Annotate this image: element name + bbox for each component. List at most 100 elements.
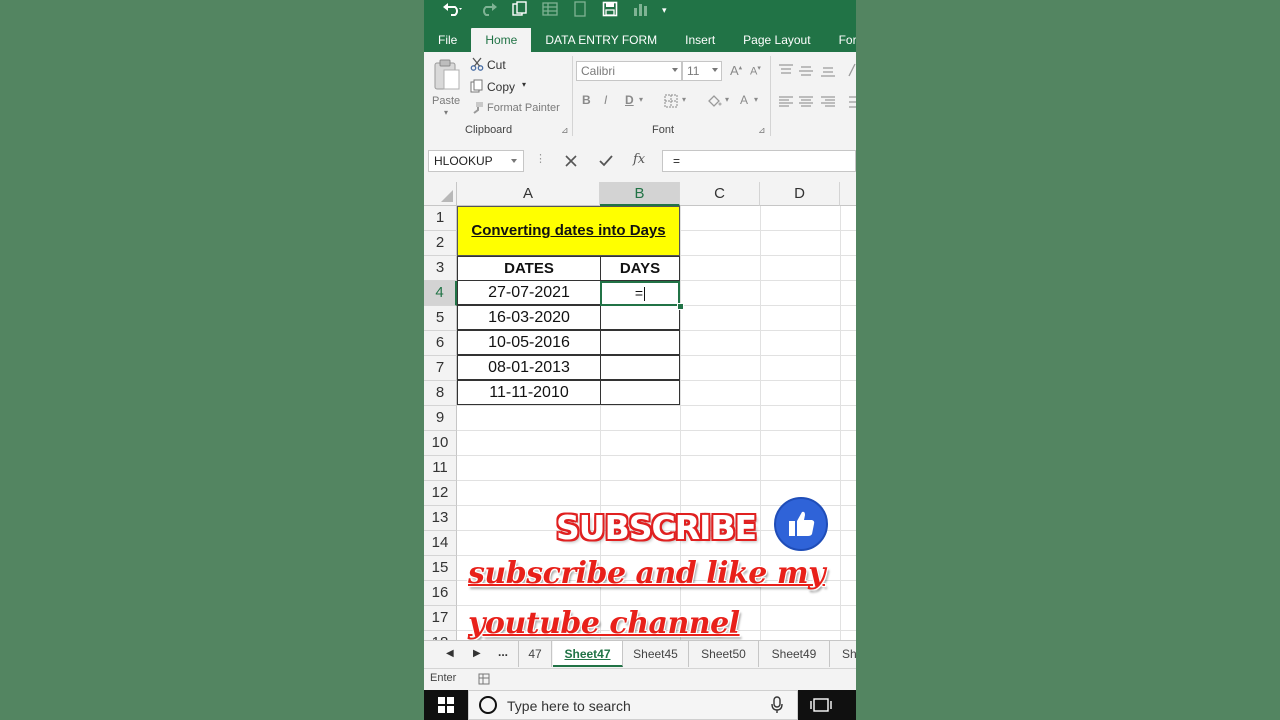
- bold-button[interactable]: B: [582, 93, 591, 107]
- undo-icon[interactable]: [442, 1, 464, 20]
- day-cell[interactable]: [600, 305, 680, 330]
- underline-button[interactable]: D: [625, 93, 634, 107]
- select-all-button[interactable]: [424, 182, 457, 206]
- underline-dropdown-icon[interactable]: ▾: [639, 95, 643, 104]
- tab-insert[interactable]: Insert: [671, 28, 729, 52]
- page-icon[interactable]: [572, 0, 588, 20]
- day-cell[interactable]: [600, 355, 680, 380]
- shrink-font-button[interactable]: A▾: [750, 64, 761, 78]
- align-middle-icon[interactable]: [798, 65, 814, 77]
- day-cell[interactable]: [600, 330, 680, 355]
- task-view-button[interactable]: [798, 690, 856, 720]
- row-header-3[interactable]: 3: [424, 256, 457, 281]
- font-color-dropdown-icon[interactable]: ▾: [754, 95, 758, 104]
- row-header-11[interactable]: 11: [424, 456, 457, 481]
- sheet-tab[interactable]: Sh: [830, 641, 856, 667]
- font-color-button[interactable]: A: [740, 93, 748, 107]
- copy-button[interactable]: Copy ▾: [468, 78, 538, 96]
- clipboard-launcher-icon[interactable]: ⊿: [561, 125, 569, 136]
- tab-home[interactable]: Home: [471, 28, 532, 52]
- font-name-select[interactable]: Calibri: [576, 61, 682, 81]
- fill-color-dropdown-icon[interactable]: ▾: [725, 95, 729, 104]
- indent-icon[interactable]: [848, 96, 856, 108]
- font-launcher-icon[interactable]: ⊿: [758, 125, 766, 136]
- confirm-entry-icon[interactable]: [598, 154, 614, 168]
- cut-button[interactable]: Cut: [468, 56, 528, 74]
- column-header-a[interactable]: A: [457, 182, 600, 206]
- table-icon[interactable]: [542, 1, 558, 20]
- row-header-10[interactable]: 10: [424, 431, 457, 456]
- row-header-2[interactable]: 2: [424, 231, 457, 256]
- row-header-15[interactable]: 15: [424, 556, 457, 581]
- dates-header-cell[interactable]: DATES: [457, 256, 601, 281]
- row-header-7[interactable]: 7: [424, 356, 457, 381]
- row-header-17[interactable]: 17: [424, 606, 457, 631]
- tab-data-entry-form[interactable]: DATA ENTRY FORM: [531, 28, 671, 52]
- format-painter-button[interactable]: Format Painter: [468, 100, 568, 118]
- chart-icon[interactable]: [632, 1, 648, 20]
- borders-icon[interactable]: [664, 94, 678, 108]
- date-cell[interactable]: 11-11-2010: [457, 380, 601, 405]
- align-right-icon[interactable]: [820, 96, 836, 108]
- row-header-1[interactable]: 1: [424, 206, 457, 231]
- macro-record-icon[interactable]: [478, 673, 490, 685]
- sheet-more-button[interactable]: ...: [498, 645, 508, 659]
- copy-document-icon[interactable]: [512, 0, 528, 20]
- insert-function-icon[interactable]: fx: [633, 152, 645, 167]
- row-header-8[interactable]: 8: [424, 381, 457, 406]
- date-cell[interactable]: 08-01-2013: [457, 355, 601, 380]
- sheet-tab[interactable]: Sheet45: [623, 641, 689, 667]
- fill-handle[interactable]: [677, 303, 684, 310]
- microphone-icon[interactable]: [771, 696, 783, 714]
- row-header-5[interactable]: 5: [424, 306, 457, 331]
- align-top-icon[interactable]: [778, 64, 794, 76]
- align-left-icon[interactable]: [778, 96, 794, 108]
- day-cell[interactable]: [600, 380, 680, 405]
- formula-bar-options-icon[interactable]: ⋮: [535, 152, 546, 165]
- paste-dropdown-icon[interactable]: ▾: [444, 108, 448, 117]
- title-cell[interactable]: Converting dates into Days: [457, 206, 680, 256]
- column-header-e[interactable]: [840, 182, 856, 206]
- sheet-tab[interactable]: 47: [519, 641, 552, 667]
- orientation-icon[interactable]: [848, 63, 856, 77]
- row-header-6[interactable]: 6: [424, 331, 457, 356]
- column-header-d[interactable]: D: [760, 182, 840, 206]
- active-cell-b4[interactable]: =: [600, 281, 680, 306]
- save-icon[interactable]: [602, 1, 618, 20]
- date-cell[interactable]: 10-05-2016: [457, 330, 601, 355]
- row-header-12[interactable]: 12: [424, 481, 457, 506]
- date-cell[interactable]: 16-03-2020: [457, 305, 601, 330]
- sheet-tab-active[interactable]: Sheet47: [553, 641, 623, 667]
- font-size-select[interactable]: 11: [682, 61, 722, 81]
- days-header-cell[interactable]: DAYS: [600, 256, 680, 281]
- customize-toolbar-icon[interactable]: ▾: [662, 5, 667, 16]
- row-header-4[interactable]: 4: [424, 281, 457, 306]
- copy-dropdown-icon[interactable]: ▾: [522, 80, 526, 89]
- grow-font-button[interactable]: A▴: [730, 63, 742, 78]
- borders-dropdown-icon[interactable]: ▾: [682, 95, 686, 104]
- align-bottom-icon[interactable]: [820, 66, 836, 78]
- tab-formulas[interactable]: Formu: [825, 28, 856, 52]
- name-box[interactable]: HLOOKUP: [428, 150, 524, 172]
- tab-page-layout[interactable]: Page Layout: [729, 28, 824, 52]
- row-header-13[interactable]: 13: [424, 506, 457, 531]
- row-header-18[interactable]: 18: [424, 631, 457, 640]
- column-header-b[interactable]: B: [600, 182, 680, 206]
- fill-color-icon[interactable]: [706, 94, 722, 108]
- cancel-entry-icon[interactable]: [564, 154, 578, 168]
- date-cell[interactable]: 27-07-2021: [457, 280, 601, 305]
- paste-button[interactable]: Paste ▾: [430, 56, 464, 117]
- redo-icon[interactable]: [478, 1, 498, 20]
- row-header-14[interactable]: 14: [424, 531, 457, 556]
- start-button[interactable]: [424, 690, 468, 720]
- tab-file[interactable]: File: [424, 28, 471, 52]
- sheet-next-icon[interactable]: ▶: [473, 648, 481, 659]
- taskbar-search[interactable]: Type here to search: [468, 690, 798, 720]
- sheet-tab[interactable]: Sheet49: [759, 641, 830, 667]
- formula-input[interactable]: =: [662, 150, 856, 172]
- italic-button[interactable]: I: [604, 93, 607, 107]
- sheet-prev-icon[interactable]: ◀: [446, 648, 454, 659]
- worksheet-grid[interactable]: A B C D 123456789101112131415161718 Conv…: [424, 182, 856, 640]
- align-center-icon[interactable]: [798, 96, 814, 108]
- sheet-tab[interactable]: Sheet50: [689, 641, 759, 667]
